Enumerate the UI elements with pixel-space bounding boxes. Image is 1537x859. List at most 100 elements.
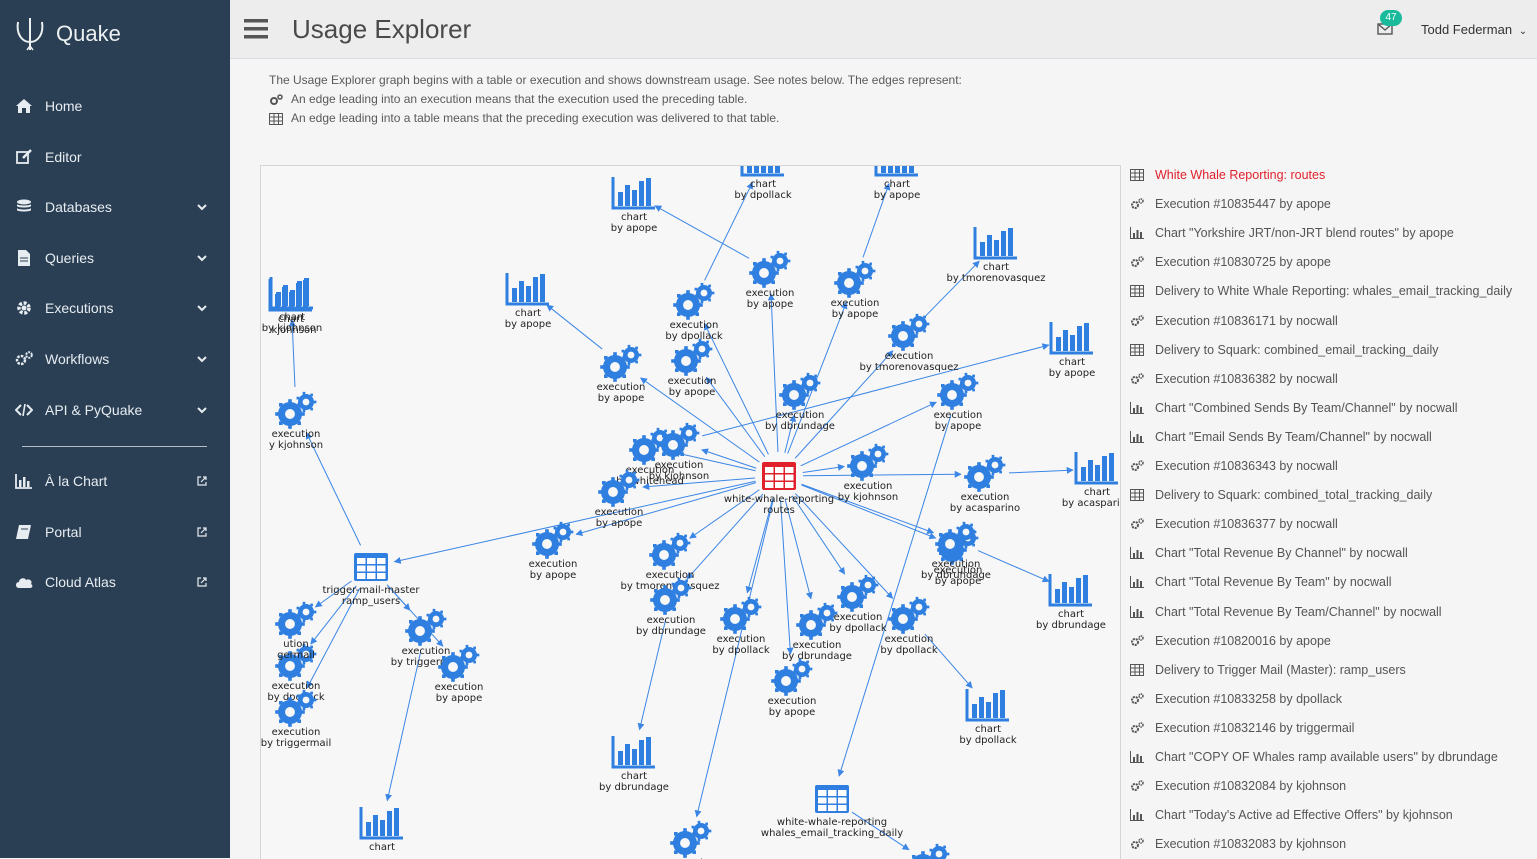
usage-list-item[interactable]: Execution #10832146 by triggermail bbox=[1129, 717, 1354, 739]
usage-list-item[interactable]: Chart "Combined Sends By Team/Channel" b… bbox=[1129, 397, 1458, 419]
gears-icon bbox=[1131, 372, 1144, 384]
usage-list-item[interactable]: Chart "Total Revenue By Channel" by nocw… bbox=[1129, 542, 1408, 564]
usage-graph[interactable]: white-whale-reporting routes chart by dpoll… bbox=[260, 165, 1121, 859]
usage-list-item[interactable]: Execution #10832083 by kjohnson bbox=[1129, 833, 1346, 855]
execution-node[interactable]: executionby apope bbox=[597, 344, 646, 404]
file-icon bbox=[18, 250, 30, 266]
execution-node[interactable]: executionby apope bbox=[668, 338, 717, 398]
cloud-icon bbox=[16, 578, 33, 588]
execution-node[interactable]: executiony kjohnson bbox=[269, 391, 323, 451]
execution-node[interactable]: executionby apope bbox=[529, 521, 578, 581]
execution-node[interactable]: executionby tmorenovasquez bbox=[859, 313, 959, 373]
execution-node[interactable]: executionby apope bbox=[746, 250, 795, 310]
node-label: execution bbox=[768, 696, 817, 707]
chart-node[interactable]: chartby dbrundage bbox=[1036, 574, 1106, 631]
usage-list-item[interactable]: Execution #10832084 by kjohnson bbox=[1129, 775, 1346, 797]
usage-list-item[interactable]: Chart "Email Sends By Team/Channel" by n… bbox=[1129, 426, 1432, 448]
chart-node[interactable]: chartby acasparino bbox=[1062, 452, 1120, 509]
usage-list-item-text: Execution #10833258 by dpollack bbox=[1155, 691, 1342, 706]
execution-node[interactable]: executionby apope bbox=[667, 820, 716, 859]
bar-chart-icon bbox=[611, 177, 655, 210]
chart-node[interactable]: chartby dpollack bbox=[959, 689, 1017, 746]
usage-list-item[interactable]: Execution #10833258 by dpollack bbox=[1129, 688, 1342, 710]
nav-link-portal[interactable]: Portal bbox=[0, 512, 230, 552]
node-owner-label: by dbrundage bbox=[765, 421, 835, 432]
usage-list-item[interactable]: Delivery to Squark: combined_total_track… bbox=[1129, 484, 1432, 506]
menu-toggle-icon[interactable] bbox=[244, 19, 268, 39]
chart-node[interactable]: chartby dpollack bbox=[734, 166, 792, 201]
table-node[interactable]: trigger-mail-masterramp_users bbox=[322, 553, 420, 607]
usage-list-item[interactable]: Execution #10820016 by apope bbox=[1129, 630, 1331, 652]
usage-list-item[interactable]: White Whale Reporting: routes bbox=[1129, 164, 1325, 186]
execution-node[interactable]: executionby tmorenovasquez bbox=[620, 532, 720, 592]
gears-icon bbox=[1131, 518, 1144, 530]
database-icon bbox=[17, 199, 31, 212]
usage-list-item[interactable]: Execution #10830725 by apope bbox=[1129, 251, 1331, 273]
usage-list-item[interactable]: Delivery to Trigger Mail (Master): ramp_… bbox=[1129, 659, 1406, 681]
usage-list-item[interactable]: Execution #10836343 by nocwall bbox=[1129, 455, 1338, 477]
execution-node[interactable]: executionby dpollack bbox=[665, 282, 723, 342]
nav-link-cloud-atlas[interactable]: Cloud Atlas bbox=[0, 562, 230, 602]
nav-item-workflows[interactable]: Workflows bbox=[0, 339, 230, 379]
execution-node[interactable]: executionby apope bbox=[831, 260, 880, 320]
usage-list-item[interactable]: Execution #10835447 by apope bbox=[1129, 193, 1331, 215]
chart-node[interactable]: chartby apope bbox=[611, 177, 658, 234]
node-owner-label: by acasparino bbox=[950, 503, 1020, 514]
usage-list-item[interactable]: Execution #10836377 by nocwall bbox=[1129, 513, 1338, 535]
usage-list-item[interactable]: Chart "Total Revenue By Team" by nocwall bbox=[1129, 571, 1392, 593]
table-icon bbox=[354, 553, 388, 581]
bar-chart-icon bbox=[740, 166, 784, 177]
node-owner-label: by apope bbox=[611, 223, 658, 234]
usage-list-item[interactable]: Chart "Total Revenue By Team/Channel" by… bbox=[1129, 601, 1442, 623]
chart-node[interactable]: chartby apope bbox=[505, 273, 552, 330]
nav-link-a-la-chart[interactable]: À la Chart bbox=[0, 461, 230, 501]
usage-list-item[interactable]: Chart "Today's Active ad Effective Offer… bbox=[1129, 804, 1453, 826]
node-label: chart bbox=[515, 308, 541, 319]
execution-node[interactable]: executionby dpollack bbox=[712, 596, 770, 656]
chart-node[interactable]: chartby dbrundage bbox=[599, 736, 669, 793]
node-label: execution bbox=[831, 298, 880, 309]
node-owner-label: by kjohnson bbox=[649, 471, 709, 482]
execution-node[interactable]: utiongermail bbox=[275, 601, 317, 661]
nav-item-api-pyquake[interactable]: API & PyQuake bbox=[0, 390, 230, 430]
user-name: Todd Federman bbox=[1421, 22, 1513, 37]
node-owner-label: by triggermail bbox=[261, 738, 331, 749]
usage-list-item[interactable]: Chart "Yorkshire JRT/non-JRT blend route… bbox=[1129, 222, 1454, 244]
intro-text: The Usage Explorer graph begins with a t… bbox=[269, 73, 962, 87]
usage-list-item[interactable]: Delivery to Squark: combined_email_track… bbox=[1129, 339, 1438, 361]
chart-node[interactable]: chartby apope bbox=[874, 166, 921, 201]
nav-item-editor[interactable]: Editor bbox=[0, 137, 230, 177]
usage-list-item[interactable]: Chart "COPY OF Whales ramp available use… bbox=[1129, 746, 1498, 768]
brand[interactable]: Quake bbox=[14, 14, 121, 54]
chart-node[interactable]: chartby tmorenovasquez bbox=[946, 227, 1046, 284]
execution-node[interactable]: executionby kjohnson bbox=[838, 443, 898, 503]
usage-graph-canvas[interactable]: white-whale-reportingrouteschartby dpoll… bbox=[261, 166, 1120, 859]
nav-item-executions[interactable]: Executions bbox=[0, 288, 230, 328]
usage-list-item-text: Chart "Email Sends By Team/Channel" by n… bbox=[1155, 429, 1432, 444]
usage-list-item[interactable]: Execution #10836171 by nocwall bbox=[1129, 310, 1338, 332]
graph-edge bbox=[393, 480, 756, 564]
table-node[interactable]: white-whale-reportingwhales_email_tracki… bbox=[761, 785, 903, 839]
nav-item-databases[interactable]: Databases bbox=[0, 187, 230, 227]
node-label: white-whale-reporting bbox=[777, 817, 887, 828]
node-owner-label: by apope bbox=[596, 518, 643, 529]
chart-node[interactable]: chart bbox=[359, 807, 403, 853]
bar-chart-icon bbox=[1074, 452, 1118, 485]
execution-node[interactable]: executionby dpollack bbox=[880, 596, 938, 656]
nav-item-label: Home bbox=[45, 98, 83, 114]
usage-list-item[interactable]: Delivery to White Whale Reporting: whale… bbox=[1129, 280, 1512, 302]
usage-list-item[interactable]: Execution #10836382 by nocwall bbox=[1129, 368, 1338, 390]
execution-node[interactable] bbox=[908, 843, 950, 859]
node-label: execution bbox=[272, 429, 321, 440]
nav-item-queries[interactable]: Queries bbox=[0, 238, 230, 278]
node-label: ution bbox=[283, 639, 309, 650]
node-label: execution bbox=[529, 559, 578, 570]
execution-node[interactable]: executionby apope bbox=[934, 372, 983, 432]
user-menu[interactable]: Todd Federman ⌄ bbox=[1421, 22, 1527, 37]
execution-node[interactable]: executionby acasparino bbox=[950, 454, 1020, 514]
nav-item-home[interactable]: Home bbox=[0, 86, 230, 126]
execution-node[interactable]: executionby apope bbox=[768, 658, 817, 718]
chart-node[interactable]: chartby apope bbox=[1049, 322, 1096, 379]
node-label: chart bbox=[975, 724, 1001, 735]
execution-node[interactable]: executionby dpollack bbox=[829, 574, 887, 634]
